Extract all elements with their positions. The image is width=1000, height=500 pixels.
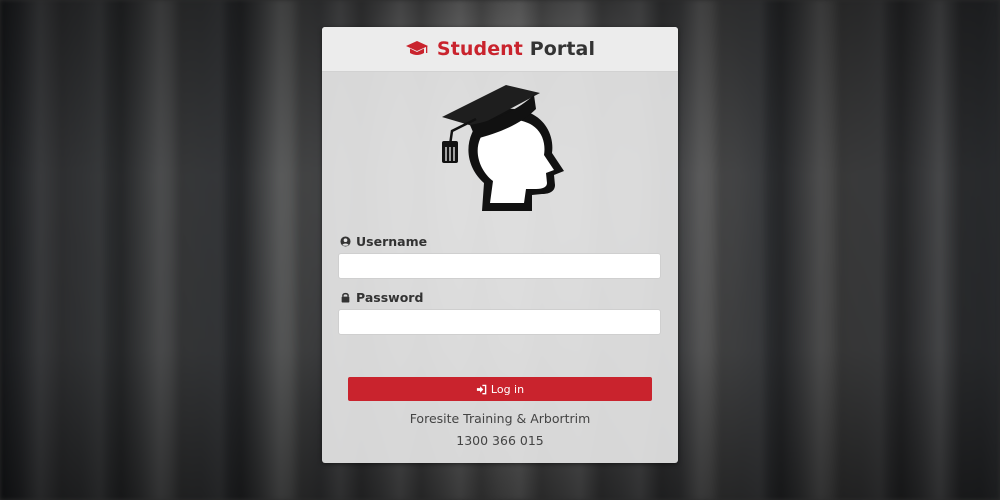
username-label-text: Username [356,234,428,249]
username-label: Username [340,234,427,249]
title-student: Student [436,38,523,60]
organization-name: Foresite Training & Arbortrim [409,411,591,426]
phone-number: 1300 366 015 [456,433,544,448]
graduate-head-icon [436,79,566,213]
title-portal: Portal [529,38,596,60]
password-label-text: Password [356,290,424,305]
card-header: Student Portal [322,27,678,72]
page-title: Student Portal [437,38,595,60]
login-card: Student Portal Username Password Log in … [322,27,678,463]
username-input[interactable] [338,253,661,279]
login-button[interactable]: Log in [348,377,652,401]
lock-icon [340,292,351,303]
sign-in-icon [476,384,487,395]
password-input[interactable] [338,309,661,335]
user-circle-icon [340,236,351,247]
password-label: Password [340,290,423,305]
login-button-label: Log in [490,382,525,396]
graduation-cap-icon [405,40,429,58]
